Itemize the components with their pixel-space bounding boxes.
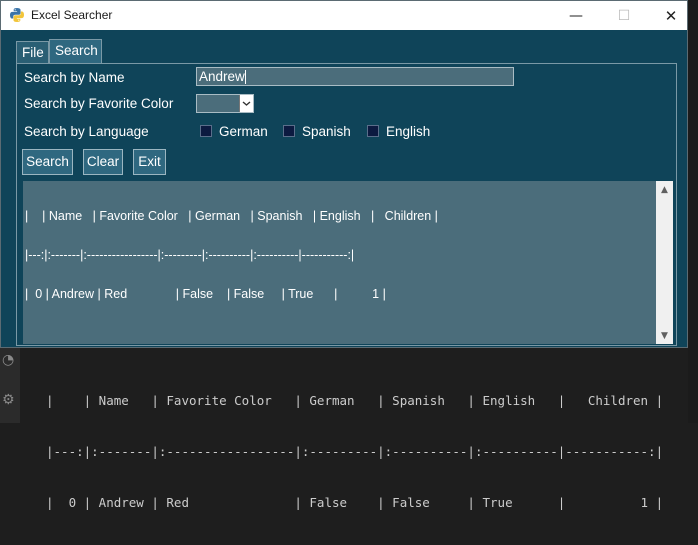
result-line: |---:|:-------|:-----------------|:-----… [25, 248, 355, 262]
terminal-line: | 0 | Andrew | Red | False | False | Tru… [46, 495, 664, 510]
result-line: | 0 | Andrew | Red | False | False | Tru… [25, 287, 386, 301]
result-line: | | Name | Favorite Color | German | Spa… [25, 209, 438, 223]
english-label[interactable]: English [386, 124, 430, 139]
accounts-icon[interactable]: ◔ [2, 352, 18, 368]
python-icon [10, 8, 24, 22]
text-caret [244, 70, 246, 85]
clear-button[interactable]: Clear [83, 149, 123, 175]
chevron-down-icon [242, 101, 251, 106]
color-label: Search by Favorite Color [24, 96, 174, 111]
name-input[interactable]: Andrew [196, 67, 514, 86]
name-label: Search by Name [24, 70, 125, 85]
name-input-value: Andrew [199, 69, 245, 84]
favorite-color-combobox[interactable] [196, 94, 254, 113]
terminal-scroll-edge [688, 0, 698, 423]
title-bar[interactable]: Excel Searcher — ☐ ✕ [1, 1, 687, 30]
spanish-label[interactable]: Spanish [302, 124, 351, 139]
dropdown-arrow-button[interactable] [239, 95, 253, 112]
terminal-line: | | Name | Favorite Color | German | Spa… [46, 393, 664, 408]
spanish-checkbox[interactable] [283, 125, 295, 137]
scroll-up-arrow-icon[interactable]: ▲ [656, 181, 673, 198]
close-button[interactable]: ✕ [648, 1, 694, 30]
tab-file[interactable]: File [16, 41, 49, 63]
results-scrollbar[interactable]: ▲ ▼ [656, 181, 673, 344]
excel-searcher-window: Excel Searcher — ☐ ✕ File Search Search … [0, 0, 688, 348]
maximize-button[interactable]: ☐ [601, 1, 647, 30]
scroll-down-arrow-icon[interactable]: ▼ [656, 327, 673, 344]
language-label: Search by Language [24, 124, 149, 139]
german-checkbox[interactable] [200, 125, 212, 137]
tab-search[interactable]: Search [49, 39, 102, 63]
results-textbox[interactable]: | | Name | Favorite Color | German | Spa… [23, 181, 673, 344]
results-text: | | Name | Favorite Color | German | Spa… [25, 184, 438, 327]
editor-activity-bar: ◔ ⚙ [0, 348, 20, 423]
terminal-output: | | Name | Favorite Color | German | Spa… [46, 358, 663, 545]
window-title: Excel Searcher [31, 8, 113, 22]
minimize-button[interactable]: — [553, 1, 599, 30]
terminal-line: |---:|:-------|:-----------------|:-----… [46, 444, 664, 459]
search-button[interactable]: Search [22, 149, 73, 175]
gear-icon[interactable]: ⚙ [2, 392, 18, 408]
exit-button[interactable]: Exit [133, 149, 166, 175]
german-label[interactable]: German [219, 124, 268, 139]
english-checkbox[interactable] [367, 125, 379, 137]
